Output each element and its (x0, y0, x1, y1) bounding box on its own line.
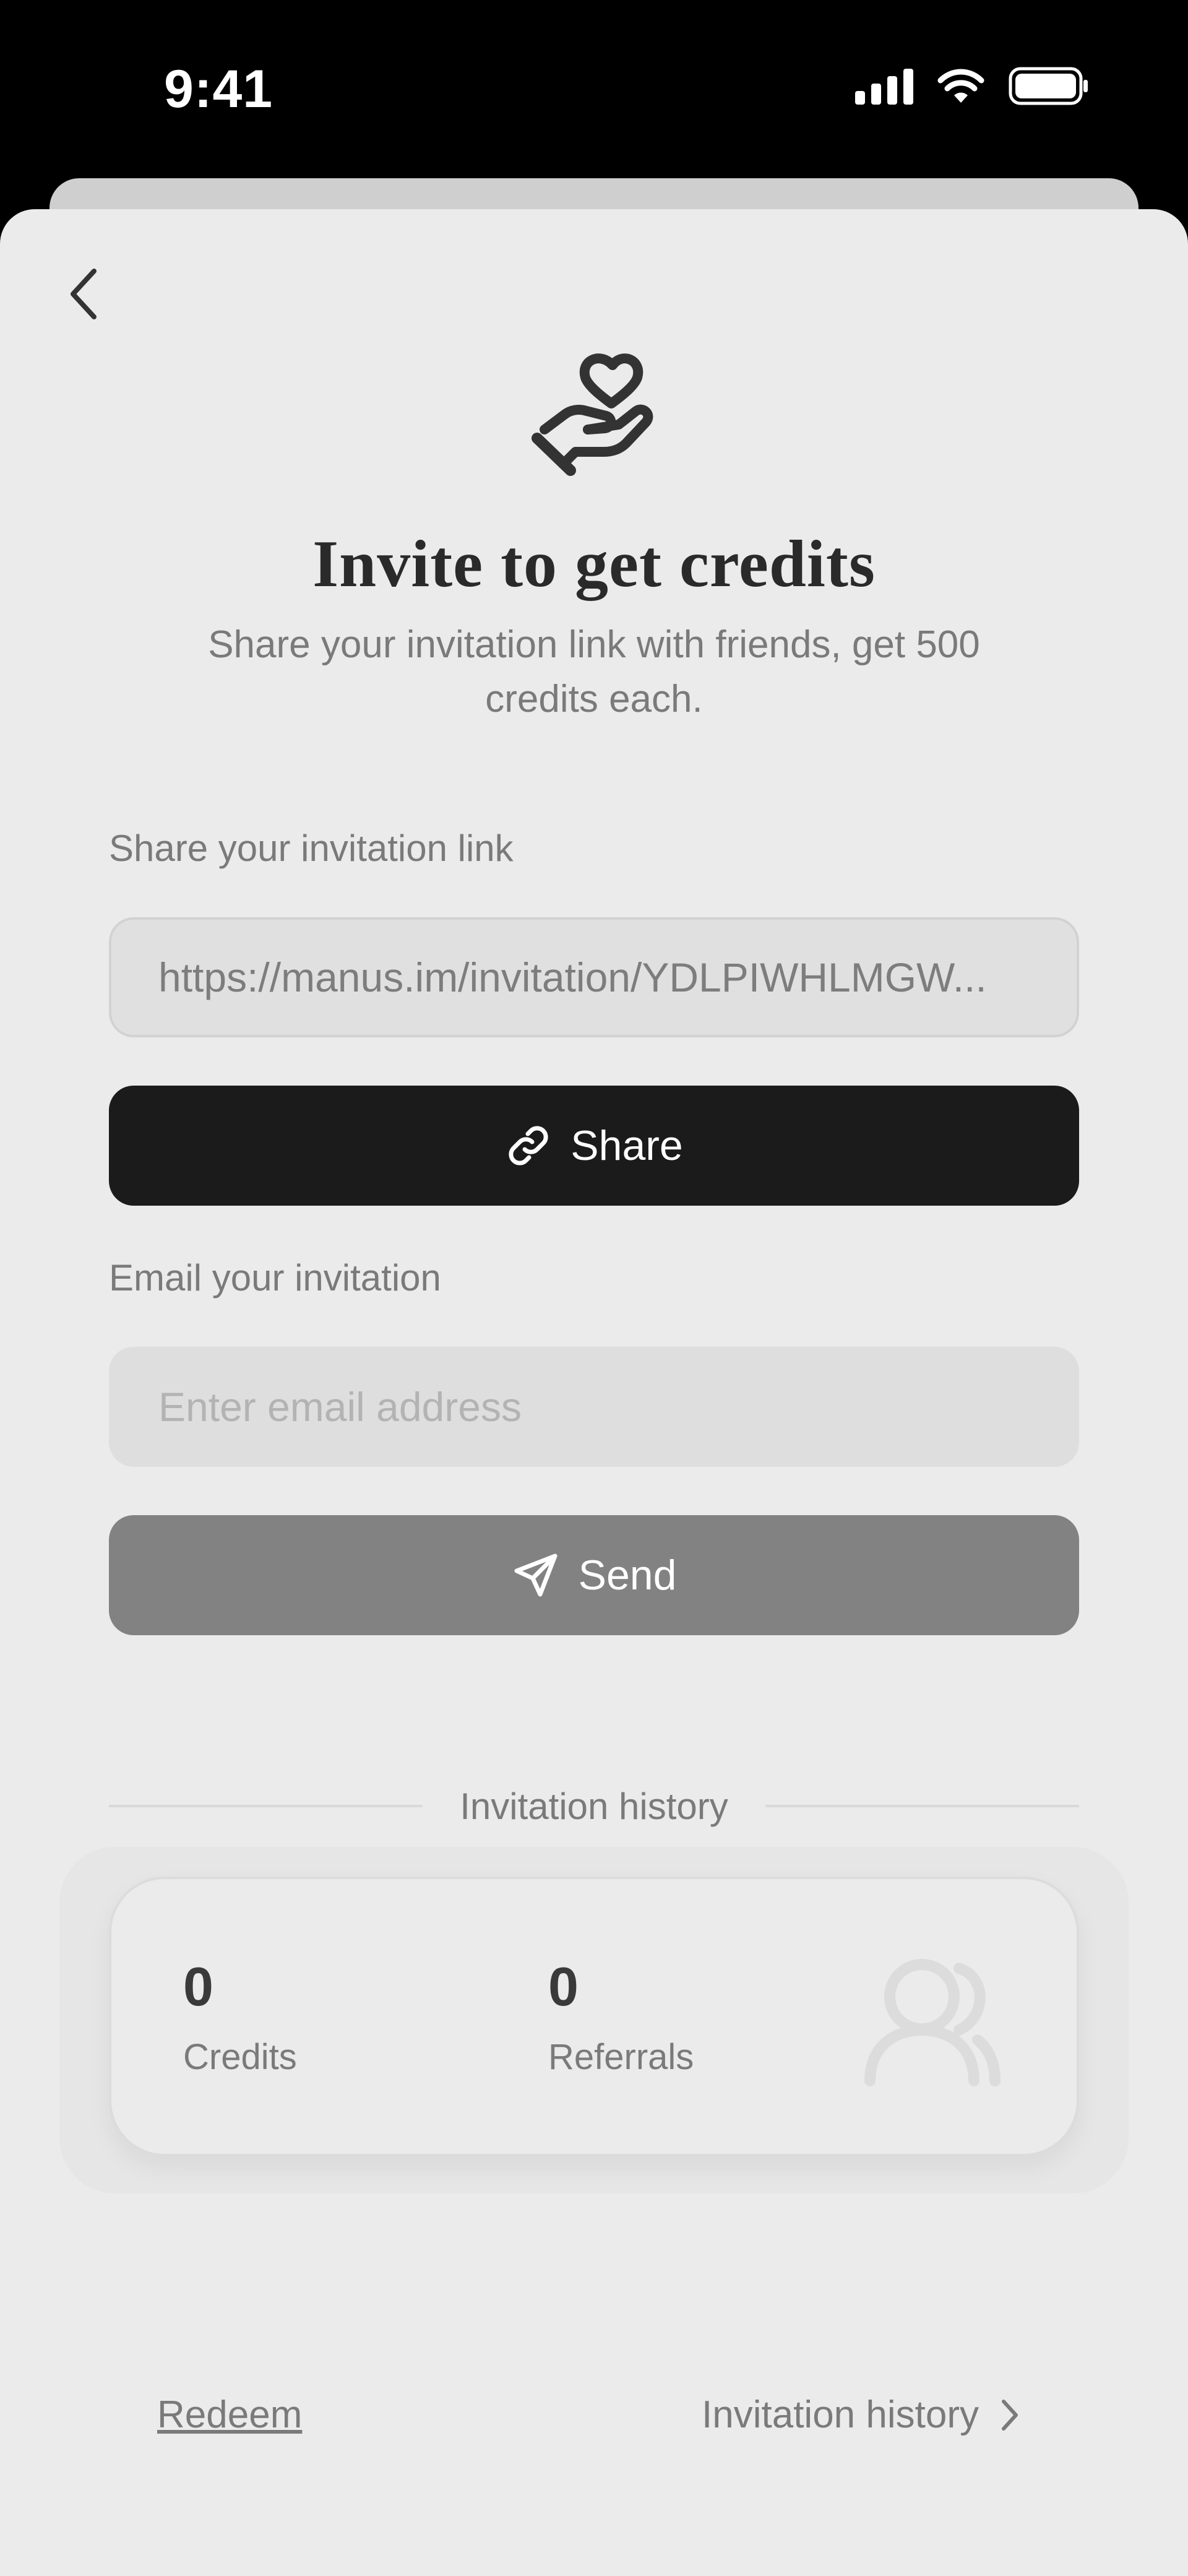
divider-line-left (109, 1805, 423, 1807)
status-time: 9:41 (164, 59, 273, 119)
referrals-label: Referrals (548, 2037, 694, 2077)
stats-card: 0 Credits 0 Referrals (109, 1877, 1079, 2156)
invitation-history-heading: Invitation history (460, 1785, 728, 1827)
referrals-value: 0 (548, 1956, 579, 2017)
battery-icon (1009, 67, 1088, 105)
credits-stat: 0 Credits (183, 1960, 297, 2078)
chevron-left-icon (71, 269, 97, 319)
email-invitation-label: Email your invitation (109, 1257, 441, 1299)
users-icon (864, 1959, 1001, 2086)
status-bar: 9:41 (0, 0, 1188, 173)
back-button[interactable] (59, 260, 109, 328)
redeem-link[interactable]: Redeem (157, 2393, 302, 2437)
footer: Redeem Invitation history (0, 2393, 1188, 2455)
invitation-link-value: https://manus.im/invitation/YDLPIWHLMGW.… (158, 954, 987, 1000)
hand-heart-icon (532, 353, 653, 476)
referrals-stat: 0 Referrals (548, 1960, 694, 2078)
credits-value: 0 (183, 1956, 213, 2017)
share-link-label: Share your invitation link (109, 828, 514, 869)
cellular-signal-icon (855, 67, 913, 105)
share-button[interactable]: Share (109, 1086, 1079, 1206)
invitation-link-field[interactable]: https://manus.im/invitation/YDLPIWHLMGW.… (109, 917, 1079, 1037)
chevron-right-icon (1002, 2399, 1018, 2431)
status-icons (855, 67, 1089, 105)
share-button-label: Share (570, 1122, 683, 1169)
send-icon (514, 1554, 557, 1597)
send-button-label: Send (578, 1552, 677, 1599)
credits-label: Credits (183, 2037, 297, 2077)
page-title: Invite to get credits (312, 527, 876, 601)
divider-line-right (765, 1805, 1080, 1807)
invitation-history-divider: Invitation history (109, 1775, 1080, 1837)
invitation-history-link-label: Invitation history (702, 2393, 979, 2436)
email-field[interactable] (109, 1347, 1079, 1467)
send-button[interactable]: Send (109, 1515, 1079, 1635)
wifi-icon (937, 69, 984, 103)
email-input[interactable] (158, 1383, 1030, 1430)
page-subtitle: Share your invitation link with friends,… (208, 623, 980, 720)
link-icon (509, 1126, 548, 1165)
invitation-history-link[interactable]: Invitation history (702, 2393, 1020, 2437)
